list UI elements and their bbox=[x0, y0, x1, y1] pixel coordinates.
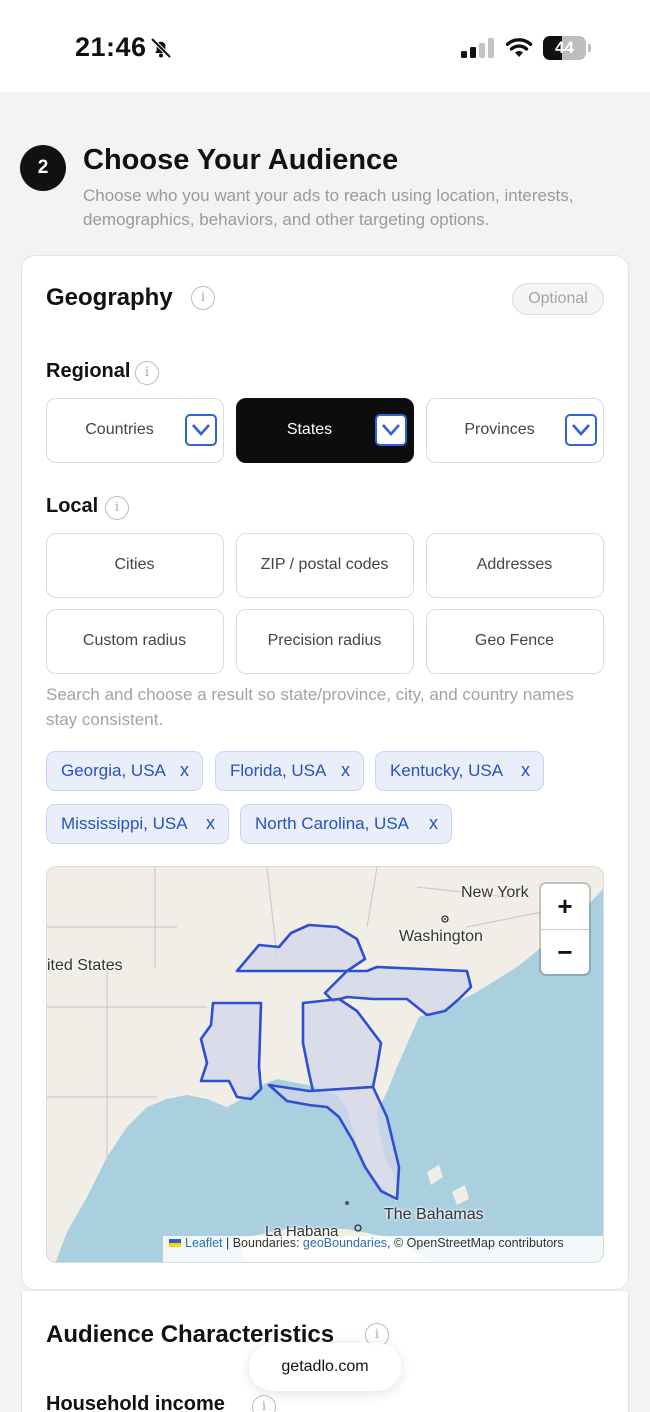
local-cities-button[interactable]: Cities bbox=[46, 533, 224, 598]
map-label-united-states: ited States bbox=[47, 957, 123, 974]
ukraine-flag-icon bbox=[169, 1239, 181, 1247]
chip-georgia: Georgia, USA x bbox=[46, 751, 203, 791]
household-income-info-icon[interactable]: i bbox=[252, 1395, 276, 1412]
geography-title: Geography bbox=[46, 284, 173, 311]
button-label: Countries bbox=[85, 421, 154, 438]
local-zip-button[interactable]: ZIP / postal codes bbox=[236, 533, 414, 598]
search-hint: Search and choose a result so state/prov… bbox=[46, 685, 574, 729]
cellular-signal-icon bbox=[461, 38, 494, 58]
button-label: ZIP / postal codes bbox=[260, 556, 389, 573]
battery-percentage: 44 bbox=[555, 38, 574, 57]
section-description: Choose who you want your ads to reach us… bbox=[83, 186, 574, 229]
map-label-washington: Washington bbox=[399, 928, 483, 945]
button-label: Geo Fence bbox=[474, 632, 555, 649]
map-canvas[interactable] bbox=[47, 867, 604, 1263]
chip-kentucky: Kentucky, USA x bbox=[375, 751, 544, 791]
chip-label: Kentucky, USA bbox=[390, 761, 504, 780]
remove-chip-button[interactable]: x bbox=[341, 752, 350, 789]
remove-chip-button[interactable]: x bbox=[521, 752, 530, 789]
local-custom-radius-button[interactable]: Custom radius bbox=[46, 609, 224, 674]
regional-states-button[interactable]: States bbox=[236, 398, 414, 463]
chip-label: Florida, USA bbox=[230, 761, 327, 780]
bahamas-land bbox=[427, 1165, 443, 1185]
button-label: States bbox=[286, 421, 333, 438]
button-label: Addresses bbox=[476, 556, 553, 573]
florida-shape bbox=[267, 1083, 401, 1201]
button-label: Cities bbox=[114, 556, 155, 573]
chip-label: North Carolina, USA bbox=[255, 814, 410, 833]
attribution-rest: , © OpenStreetMap contributors bbox=[387, 1236, 564, 1250]
city-marker bbox=[345, 1201, 349, 1205]
step-number-badge: 2 bbox=[20, 145, 66, 191]
optional-badge: Optional bbox=[512, 283, 604, 315]
map-label-new-york: New York bbox=[461, 884, 529, 901]
geography-card: Geography i Optional Regional i Countrie… bbox=[21, 255, 629, 1290]
button-label: Custom radius bbox=[82, 632, 187, 649]
geography-info-icon[interactable]: i bbox=[191, 286, 215, 310]
chip-florida: Florida, USA x bbox=[215, 751, 364, 791]
battery-icon: 44 bbox=[543, 36, 591, 60]
button-label: Provinces bbox=[464, 421, 535, 438]
chevron-down-icon[interactable] bbox=[185, 414, 217, 446]
local-addresses-button[interactable]: Addresses bbox=[426, 533, 604, 598]
remove-chip-button[interactable]: x bbox=[429, 805, 438, 842]
zoom-in-button[interactable]: + bbox=[541, 884, 589, 929]
remove-chip-button[interactable]: x bbox=[206, 805, 215, 842]
map-label-bahamas: The Bahamas bbox=[384, 1206, 484, 1223]
regional-label: Regional bbox=[46, 360, 131, 382]
chevron-down-icon[interactable] bbox=[375, 414, 407, 446]
bell-muted-icon bbox=[150, 37, 172, 59]
selected-regions-map[interactable]: New York Washington ited States The Baha… bbox=[46, 866, 604, 1263]
chevron-down-icon[interactable] bbox=[565, 414, 597, 446]
regional-countries-button[interactable]: Countries bbox=[46, 398, 224, 463]
remove-chip-button[interactable]: x bbox=[180, 752, 189, 789]
local-info-icon[interactable]: i bbox=[105, 496, 129, 520]
chip-label: Mississippi, USA bbox=[61, 814, 188, 833]
browser-url-pill[interactable]: getadlo.com bbox=[249, 1343, 401, 1391]
map-attribution: Leaflet | Boundaries: geoBoundaries, © O… bbox=[163, 1236, 603, 1262]
household-income-label: Household income bbox=[46, 1393, 225, 1412]
local-precision-radius-button[interactable]: Precision radius bbox=[236, 609, 414, 674]
chip-label: Georgia, USA bbox=[61, 761, 166, 780]
status-time: 21:46 bbox=[75, 32, 147, 62]
bahamas-land bbox=[452, 1185, 469, 1205]
local-geo-fence-button[interactable]: Geo Fence bbox=[426, 609, 604, 674]
status-bar: 21:46 44 bbox=[0, 0, 650, 92]
city-marker bbox=[354, 1224, 362, 1232]
chip-north-carolina: North Carolina, USA x bbox=[240, 804, 452, 844]
regional-provinces-button[interactable]: Provinces bbox=[426, 398, 604, 463]
geoboundaries-link[interactable]: geoBoundaries bbox=[303, 1236, 387, 1250]
attribution-separator: | Boundaries: bbox=[222, 1236, 303, 1250]
section-title: Choose Your Audience bbox=[83, 144, 399, 176]
leaflet-link[interactable]: Leaflet bbox=[185, 1236, 223, 1250]
local-label: Local bbox=[46, 495, 99, 517]
zoom-out-button[interactable]: − bbox=[541, 930, 589, 975]
map-zoom-control: + − bbox=[541, 884, 589, 974]
chip-mississippi: Mississippi, USA x bbox=[46, 804, 229, 844]
button-label: Precision radius bbox=[267, 632, 382, 649]
wifi-icon bbox=[505, 38, 533, 57]
city-marker bbox=[444, 918, 446, 920]
regional-info-icon[interactable]: i bbox=[135, 361, 159, 385]
